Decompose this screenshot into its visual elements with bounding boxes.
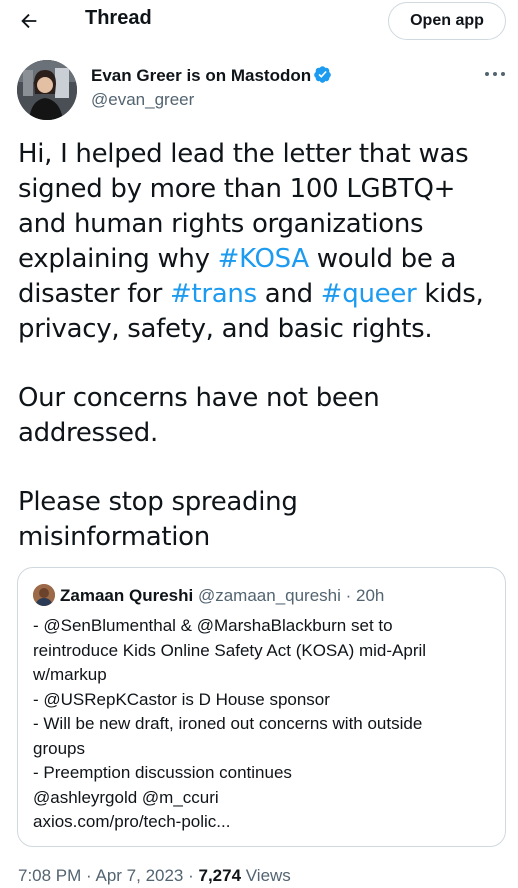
display-name-text: Evan Greer is on Mastodon: [91, 66, 312, 85]
quoted-line: - @SenBlumenthal & @MarshaBlackburn set …: [33, 616, 393, 635]
tweet-text-segment: disaster for: [18, 279, 171, 309]
quoted-display-name: Zamaan Qureshi: [60, 586, 194, 605]
tweet-line: Hi, I helped lead the letter that was: [18, 137, 508, 172]
tweet-line: disaster for #trans and #queer kids,: [18, 277, 508, 312]
tweet-line: addressed.: [18, 418, 158, 448]
tweet-text-segment: and human rights organizations: [18, 209, 424, 239]
tweet-line: Please stop spreading: [18, 487, 298, 517]
tweet-text-segment: would be a: [308, 244, 457, 274]
tweet-author: Evan Greer is on Mastodon @evan_greer: [0, 58, 518, 122]
tweet-line: and human rights organizations: [18, 207, 508, 242]
tweet-text-segment: Hi, I helped lead the letter that was: [18, 139, 469, 169]
author-handle[interactable]: @evan_greer: [91, 90, 194, 110]
quoted-separator: ·: [340, 586, 357, 605]
meta-separator: ·: [183, 866, 199, 885]
meta-separator: ·: [81, 866, 96, 885]
back-arrow-icon: [21, 13, 37, 29]
open-app-button[interactable]: Open app: [388, 2, 506, 40]
quoted-tweet[interactable]: Zamaan Qureshi @zamaan_qureshi · 20h - @…: [17, 567, 506, 847]
page-title: Thread: [85, 7, 152, 29]
back-button[interactable]: [14, 6, 44, 36]
more-options-button[interactable]: [482, 62, 508, 86]
tweet-line: privacy, safety, and basic rights.: [18, 312, 508, 347]
tweet-metadata: 7:08 PM · Apr 7, 2023 · 7,274 Views: [18, 866, 291, 886]
quoted-line: reintroduce Kids Online Safety Act (KOSA…: [33, 640, 427, 660]
tweet-text-segment: kids,: [416, 279, 484, 309]
tweet-line: misinformation: [18, 522, 210, 552]
hashtag-link[interactable]: #KOSA: [218, 244, 309, 274]
tweet-text-segment: privacy, safety, and basic rights.: [18, 314, 433, 344]
quoted-avatar: [33, 584, 55, 606]
verified-badge-icon: [314, 66, 331, 83]
top-bar: Thread Open app: [0, 0, 518, 44]
quoted-line: - Preemption discussion continues: [33, 763, 292, 782]
tweet-text-segment: and: [256, 279, 321, 309]
views-count: 7,274: [198, 866, 242, 885]
hashtag-link[interactable]: #trans: [170, 279, 257, 309]
tweet-paragraph-3: Please stop spreading misinformation: [18, 485, 508, 555]
hashtag-link[interactable]: #queer: [321, 279, 417, 309]
more-dots-icon: [485, 72, 505, 76]
tweet-line: explaining why #KOSA would be a: [18, 242, 508, 277]
quoted-line: w/markup: [33, 665, 107, 684]
quoted-tweet-header: Zamaan Qureshi @zamaan_qureshi · 20h: [33, 584, 384, 606]
quoted-line: groups: [33, 738, 85, 758]
tweet-paragraph-2: Our concerns have not been addressed.: [18, 381, 508, 451]
tweet-text-segment: signed by more than 100 LGBTQ+: [18, 174, 456, 204]
quoted-line: - @USRepKCastor is D House sponsor: [33, 689, 330, 709]
quoted-line: @ashleyrgold @m_ccuri: [33, 787, 219, 807]
tweet-date[interactable]: Apr 7, 2023: [95, 866, 183, 885]
tweet-time[interactable]: 7:08 PM: [18, 866, 81, 885]
tweet-paragraph-1: Hi, I helped lead the letter that was sig…: [18, 137, 508, 347]
quoted-tweet-text: - @SenBlumenthal & @MarshaBlackburn set …: [33, 614, 498, 835]
quoted-handle: @zamaan_qureshi: [197, 586, 341, 605]
tweet-line: Our concerns have not been: [18, 383, 380, 413]
quoted-line: - Will be new draft, ironed out concerns…: [33, 714, 423, 733]
tweet-line: signed by more than 100 LGBTQ+: [18, 172, 508, 207]
quoted-line: axios.com/pro/tech-polic...: [33, 812, 231, 831]
tweet-text-segment: explaining why: [18, 244, 218, 274]
avatar[interactable]: [17, 60, 77, 120]
views-label: Views: [241, 866, 291, 885]
display-name[interactable]: Evan Greer is on Mastodon: [91, 65, 332, 86]
tweet-text: Hi, I helped lead the letter that was sig…: [18, 137, 508, 555]
quoted-time: 20h: [356, 586, 385, 605]
